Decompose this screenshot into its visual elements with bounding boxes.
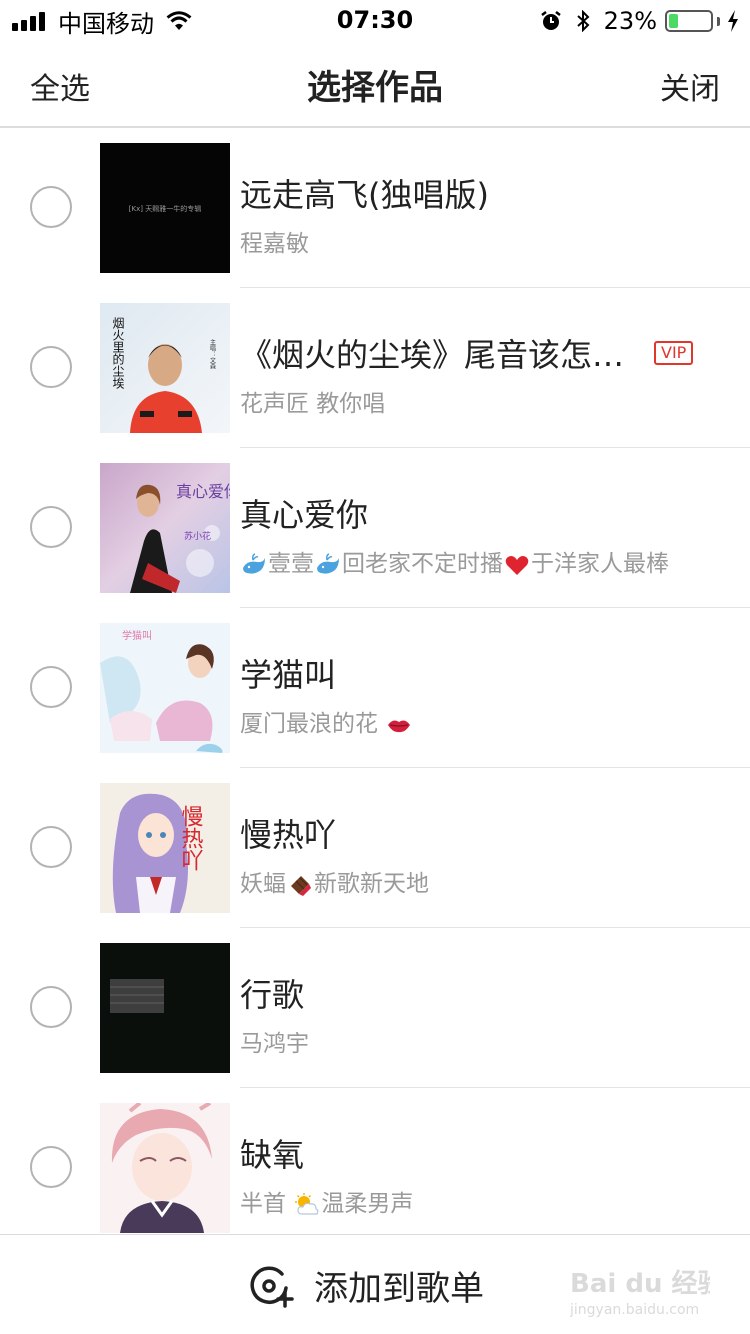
lips-emoji-icon: [388, 720, 411, 732]
song-artist: 马鸿宇: [240, 1031, 309, 1057]
artist-name: 厦门最浪的花: [240, 711, 378, 737]
battery-nub: [717, 16, 720, 26]
cover-label: 学猫叫: [122, 629, 152, 642]
artist-part: 回老家不定时播: [342, 551, 503, 577]
chocolate-emoji-icon: [291, 875, 311, 896]
song-title: 慢热吖: [240, 816, 337, 854]
song-title: 学猫叫: [240, 656, 337, 694]
status-bar: 中国移动 07:30 23%: [0, 0, 750, 40]
select-radio[interactable]: [30, 186, 72, 228]
artist-part: 壹壹: [268, 551, 314, 577]
album-cover: [Kx] 天赐雅一牛的专辑: [100, 143, 230, 273]
charging-icon: [728, 10, 738, 32]
sun-cloud-emoji-icon: [295, 1192, 319, 1215]
nav-header: 全选 选择作品 关闭: [0, 40, 750, 128]
song-artist: 妖蝠 新歌新天地: [240, 864, 429, 898]
cover-sub-label: 苏小花: [184, 530, 211, 542]
album-cover: 真心爱你 苏小花: [100, 463, 230, 593]
heart-emoji-icon: [505, 555, 529, 575]
add-to-playlist-label: 添加到歌单: [314, 1268, 484, 1309]
add-to-playlist-icon: [250, 1266, 294, 1308]
select-radio[interactable]: [30, 826, 72, 868]
close-button[interactable]: 关闭: [660, 64, 720, 108]
album-cover: 烟火里的尘埃 主唱：文森: [100, 303, 230, 433]
whale-emoji-icon: [317, 552, 339, 574]
song-title: 《烟火的尘埃》尾音该怎…: [240, 336, 625, 374]
song-artist: 花声匠 教你唱: [240, 391, 386, 417]
artist-part: 于洋家人最棒: [531, 551, 669, 577]
album-cover: [100, 943, 230, 1073]
select-radio[interactable]: [30, 1146, 72, 1188]
song-title: 真心爱你: [240, 496, 369, 534]
song-artist: 半首 温柔男声: [240, 1184, 413, 1218]
battery-icon: [665, 10, 713, 32]
song-row[interactable]: 行歌 马鸿宇: [0, 928, 750, 1088]
song-title: 远走高飞(独唱版): [240, 176, 489, 214]
select-radio[interactable]: [30, 986, 72, 1028]
cover-sub-label: 主唱：文森: [209, 338, 216, 370]
song-title: 缺氧: [240, 1136, 305, 1174]
baidu-watermark: Bai du 经验 jingyan.baidu.com: [570, 1268, 710, 1318]
watermark-brand: Bai du 经验: [570, 1268, 710, 1299]
song-list: [Kx] 天赐雅一牛的专辑 远走高飞(独唱版) 程嘉敏 烟火里的尘埃 主唱：文森…: [0, 128, 750, 1234]
artist-part: 新歌新天地: [314, 871, 429, 897]
cover-label: 烟火里的尘埃: [111, 317, 125, 389]
album-cover: [100, 1103, 230, 1233]
song-row[interactable]: 慢热吖 慢热吖 妖蝠 新歌新天地: [0, 768, 750, 928]
song-artist: 壹壹 回老家不定时播 于洋家人最棒: [240, 544, 669, 578]
select-radio[interactable]: [30, 346, 72, 388]
bluetooth-icon: [576, 10, 590, 32]
watermark-url: jingyan.baidu.com: [570, 1302, 699, 1318]
song-artist: 厦门最浪的花: [240, 704, 413, 738]
artist-part: 妖蝠: [240, 871, 286, 897]
song-row[interactable]: [Kx] 天赐雅一牛的专辑 远走高飞(独唱版) 程嘉敏: [0, 128, 750, 288]
vip-badge: VIP: [654, 341, 694, 365]
battery-percent: 23%: [603, 7, 657, 35]
album-cover: 慢热吖: [100, 783, 230, 913]
song-artist: 程嘉敏: [240, 231, 309, 257]
album-cover: 学猫叫: [100, 623, 230, 753]
cover-label: 慢热吖: [178, 805, 204, 871]
song-row[interactable]: 烟火里的尘埃 主唱：文森 《烟火的尘埃》尾音该怎… VIP 花声匠 教你唱: [0, 288, 750, 448]
select-radio[interactable]: [30, 666, 72, 708]
page-title: 选择作品: [307, 68, 443, 108]
whale-emoji-icon: [243, 552, 265, 574]
add-to-playlist-button[interactable]: 添加到歌单: [248, 1257, 484, 1313]
alarm-icon: [540, 11, 561, 30]
status-right: 23%: [540, 6, 740, 36]
song-row[interactable]: 缺氧 半首 温柔男声: [0, 1088, 750, 1234]
battery-level-fill: [669, 14, 679, 28]
song-row[interactable]: 学猫叫 学猫叫 厦门最浪的花: [0, 608, 750, 768]
cover-label: 真心爱你: [176, 482, 230, 501]
song-title: 行歌: [240, 976, 305, 1014]
select-radio[interactable]: [30, 506, 72, 548]
artist-part: 半首: [240, 1191, 286, 1217]
cover-label: [Kx] 天赐雅一牛的专辑: [129, 204, 201, 213]
song-row[interactable]: 真心爱你 苏小花 真心爱你 壹壹 回老家不定时播 于洋家人最棒: [0, 448, 750, 608]
artist-part: 温柔男声: [321, 1191, 414, 1217]
